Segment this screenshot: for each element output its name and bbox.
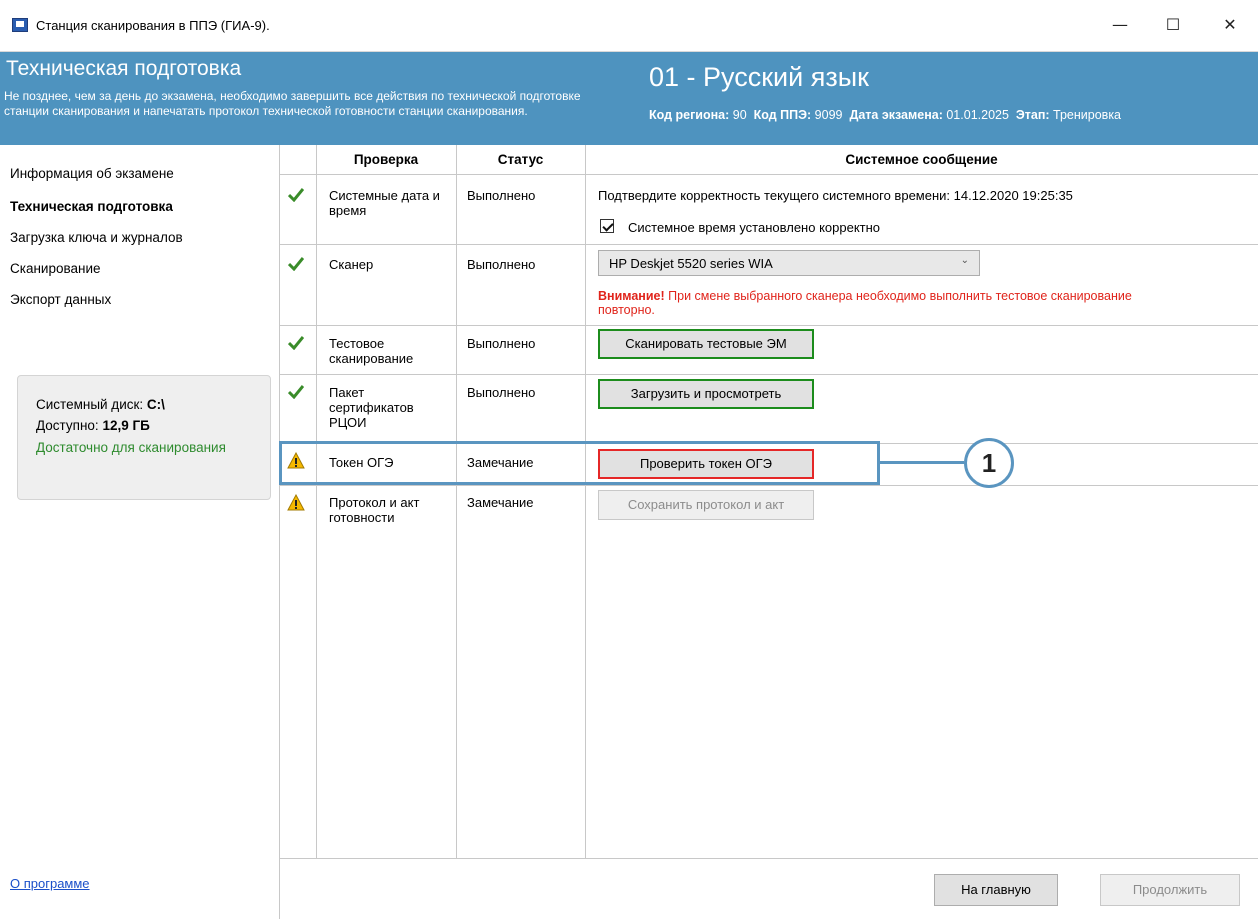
scanner-warning-bold: Внимание! <box>598 289 665 303</box>
app-flag-icon <box>12 18 28 32</box>
sidebar-item-tech-prep[interactable]: Техническая подготовка <box>10 199 173 214</box>
row-divider <box>280 325 1258 326</box>
callout-number: 1 <box>964 438 1014 488</box>
window-title: Станция сканирования в ППЭ (ГИА-9). <box>36 18 270 33</box>
header-check: Проверка <box>353 152 419 167</box>
row-divider <box>280 374 1258 375</box>
check-icon <box>288 385 304 399</box>
region-label: Код региона: <box>649 108 730 122</box>
row-divider <box>280 244 1258 245</box>
stage-value: Тренировка <box>1053 108 1122 122</box>
page-title: Техническая подготовка <box>6 57 242 80</box>
free-label: Доступно: <box>36 418 99 433</box>
sidebar-item-scanning[interactable]: Сканирование <box>10 261 101 276</box>
date-label: Дата экзамена: <box>849 108 943 122</box>
row-check-name: Протокол и акт готовности <box>329 495 420 525</box>
disk-info-panel: Системный диск: C:\ Доступно: 12,9 ГБ До… <box>17 375 271 500</box>
disk-label: Системный диск: <box>36 397 144 412</box>
exam-subject: 01 - Русский язык <box>649 62 869 92</box>
sidebar-item-exam-info[interactable]: Информация об экзамене <box>10 166 174 181</box>
col-divider <box>316 145 317 858</box>
about-link[interactable]: О программе <box>10 876 90 891</box>
chevron-down-icon: ⌄ <box>960 255 969 266</box>
scanner-warning: Внимание! При смене выбранного сканера н… <box>598 289 1158 317</box>
scanner-selected-value: HP Deskjet 5520 series WIA <box>609 256 773 271</box>
time-message: Подтвердите корректность текущего систем… <box>598 188 1073 203</box>
disk-value: C:\ <box>146 397 165 412</box>
header-status: Статус <box>497 152 544 167</box>
header-message: Системное сообщение <box>845 152 998 167</box>
row-status: Выполнено <box>467 336 536 351</box>
page-header: Техническая подготовка Не позднее, чем з… <box>0 52 1258 145</box>
test-scan-button[interactable]: Сканировать тестовые ЭМ <box>598 329 814 359</box>
save-protocol-button[interactable]: Сохранить протокол и акт <box>598 490 814 520</box>
row-check-name: Сканер <box>329 257 374 272</box>
ppe-value: 9099 <box>814 108 843 122</box>
disk-line: Системный диск: C:\ <box>36 397 165 412</box>
col-divider <box>585 145 586 858</box>
col-divider <box>456 145 457 858</box>
row-check-name: Тестовое сканирование <box>329 336 414 366</box>
row-divider <box>280 174 1258 175</box>
window-titlebar: Станция сканирования в ППЭ (ГИА-9). — ☐ … <box>0 0 1258 52</box>
warning-icon <box>287 494 305 511</box>
scanner-select[interactable]: HP Deskjet 5520 series WIA ⌄ <box>598 250 980 276</box>
row-check-name: Системные дата и время <box>329 188 440 218</box>
check-icon <box>288 188 304 202</box>
callout-connector <box>880 461 964 464</box>
time-correct-checkbox[interactable] <box>600 219 614 233</box>
date-value: 01.01.2025 <box>946 108 1009 122</box>
row-status: Выполнено <box>467 385 536 400</box>
callout-box <box>279 441 880 485</box>
row-check-name: Пакет сертификатов РЦОИ <box>329 385 414 430</box>
row-divider <box>280 485 1258 486</box>
row-status: Замечание <box>467 495 534 510</box>
stage-label: Этап: <box>1015 108 1050 122</box>
free-space-line: Доступно: 12,9 ГБ <box>36 418 150 433</box>
sidebar-item-export[interactable]: Экспорт данных <box>10 292 111 307</box>
minimize-button[interactable]: — <box>1100 12 1140 38</box>
check-icon <box>288 257 304 271</box>
exam-meta: Код региона: 90 Код ППЭ: 9099 Дата экзам… <box>649 108 1121 122</box>
region-value: 90 <box>732 108 747 122</box>
check-icon <box>288 336 304 350</box>
continue-button[interactable]: Продолжить <box>1100 874 1240 906</box>
home-button[interactable]: На главную <box>934 874 1058 906</box>
row-status: Выполнено <box>467 257 536 272</box>
close-button[interactable]: ✕ <box>1210 12 1250 38</box>
row-status: Выполнено <box>467 188 536 203</box>
load-certificates-button[interactable]: Загрузить и просмотреть <box>598 379 814 409</box>
sidebar: Информация об экзамене Техническая подго… <box>0 145 280 919</box>
checks-table: Проверка Статус Системное сообщение Сист… <box>280 145 1258 858</box>
maximize-button[interactable]: ☐ <box>1153 12 1193 38</box>
time-checkbox-label: Системное время установлено корректно <box>628 220 881 235</box>
sidebar-item-key-upload[interactable]: Загрузка ключа и журналов <box>10 230 183 245</box>
page-description: Не позднее, чем за день до экзамена, нео… <box>4 89 581 118</box>
disk-status: Достаточно для сканирования <box>36 440 226 455</box>
free-value: 12,9 ГБ <box>102 418 150 433</box>
scanner-warning-text: При смене выбранного сканера необходимо … <box>598 289 1132 317</box>
footer-bar: На главную Продолжить <box>280 858 1258 919</box>
ppe-label: Код ППЭ: <box>753 108 812 122</box>
